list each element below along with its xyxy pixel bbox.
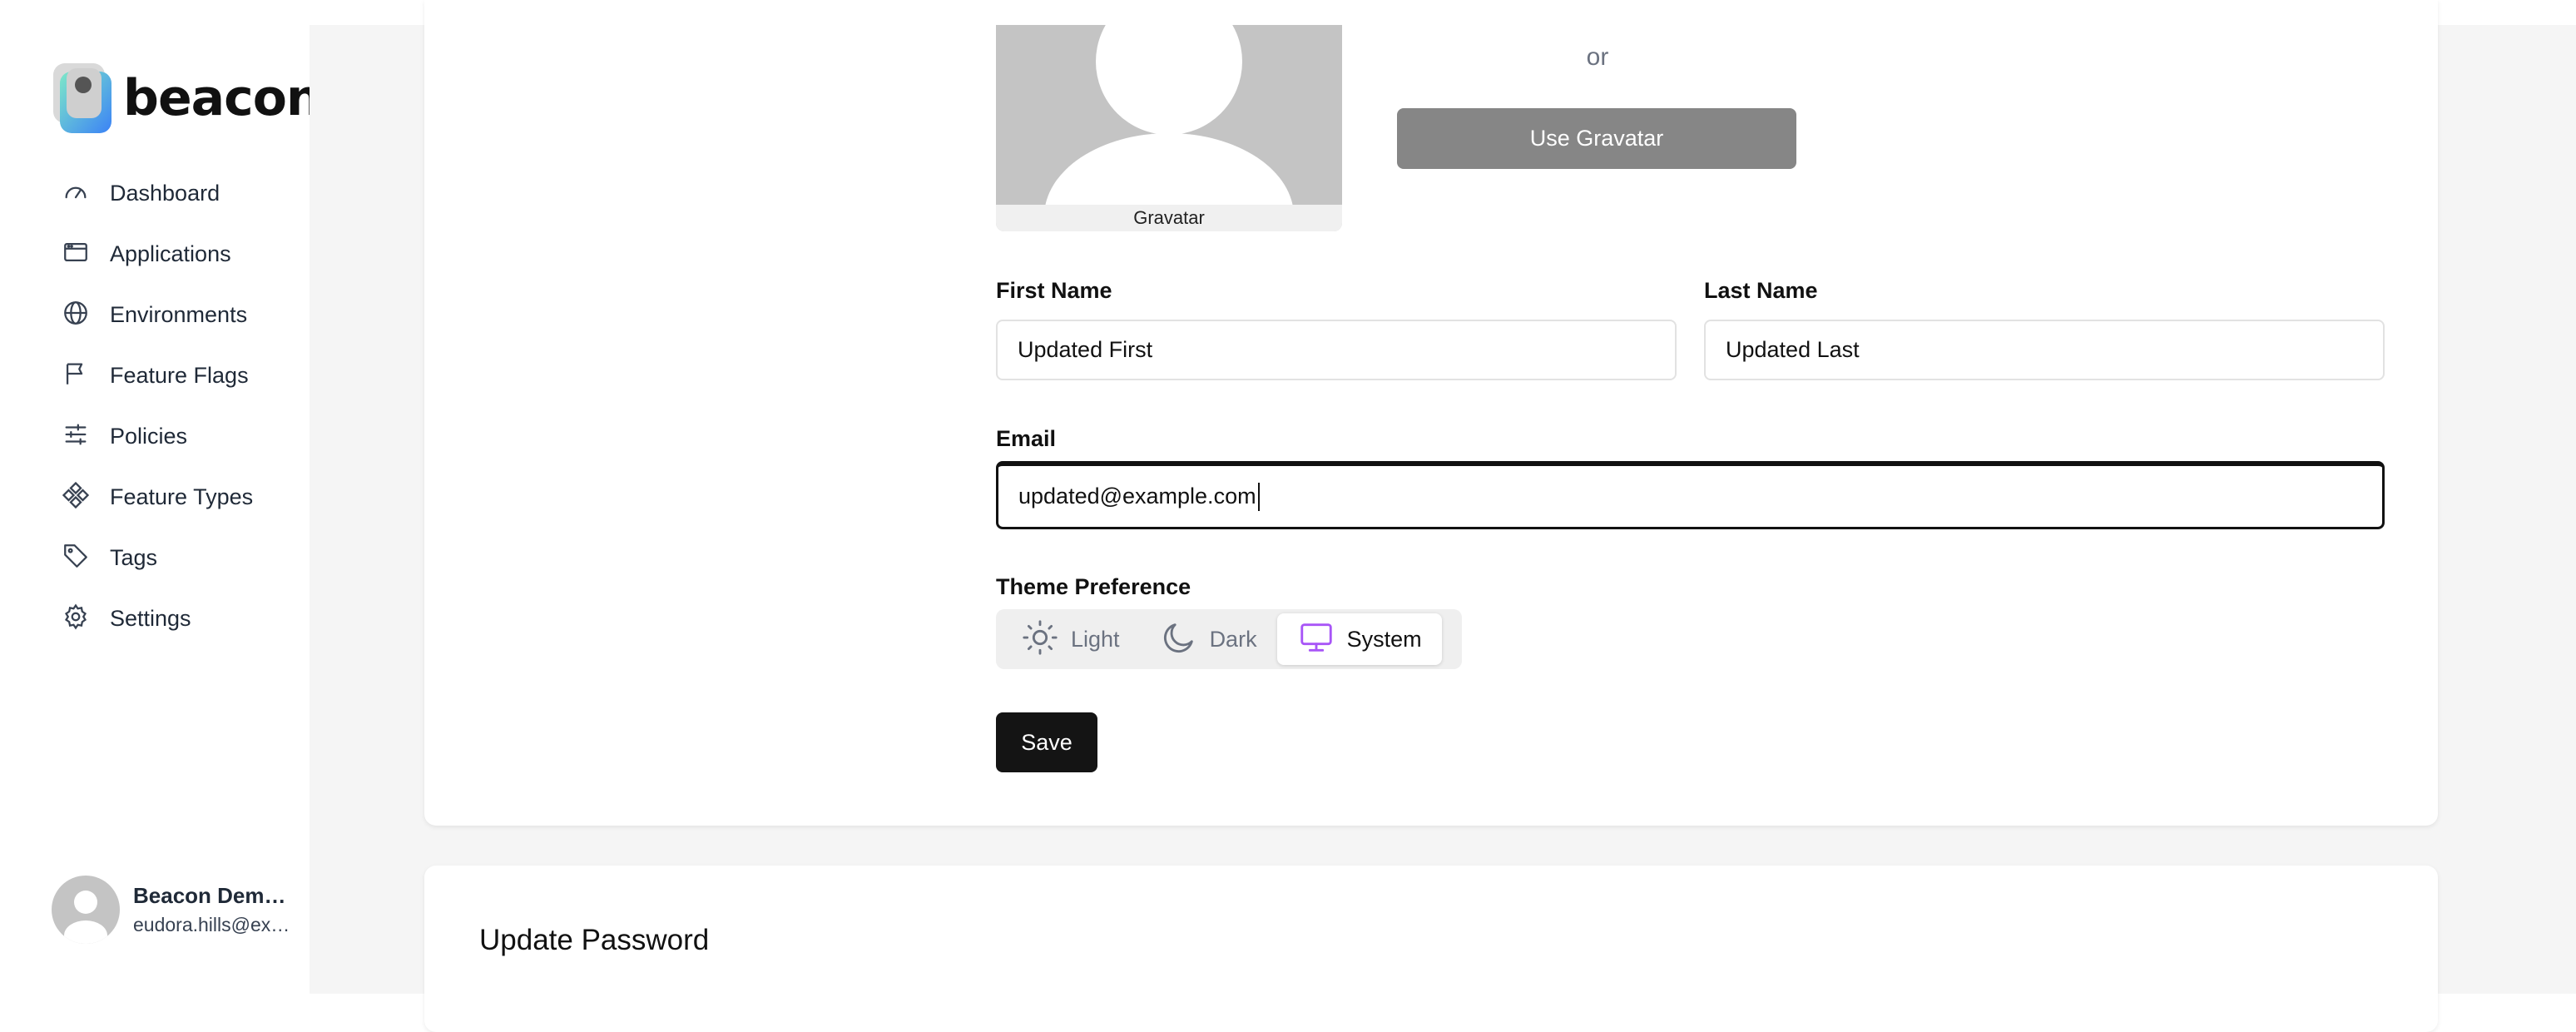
text-caret <box>1257 482 1260 511</box>
beacon-logo-icon <box>52 62 113 135</box>
brand-logo[interactable]: beacon <box>52 62 322 135</box>
globe-icon <box>62 299 90 331</box>
monitor-icon <box>1297 618 1335 661</box>
theme-preference-label: Theme Preference <box>996 574 1191 599</box>
sun-icon <box>1021 618 1059 661</box>
avatar <box>52 876 120 944</box>
gear-icon <box>62 603 90 635</box>
first-name-field[interactable]: Updated First <box>996 320 1677 380</box>
sidebar-item-policies[interactable]: Policies <box>62 406 253 467</box>
email-value: updated@example.com <box>1018 484 1256 509</box>
last-name-value: Updated Last <box>1726 337 1860 362</box>
use-gravatar-button[interactable]: Use Gravatar <box>1397 108 1796 169</box>
sidebar-item-dashboard[interactable]: Dashboard <box>62 163 253 224</box>
theme-option-light[interactable]: Light <box>1001 613 1140 665</box>
sidebar-nav: Dashboard Applications Environments Feat… <box>62 163 253 649</box>
sidebar-item-label: Environments <box>110 302 248 327</box>
update-password-card <box>424 866 2438 1032</box>
sidebar-item-applications[interactable]: Applications <box>62 224 253 285</box>
last-name-field[interactable]: Updated Last <box>1704 320 2385 380</box>
sidebar-item-label: Feature Flags <box>110 363 249 388</box>
first-name-value: Updated First <box>1018 337 1153 362</box>
sidebar-item-label: Settings <box>110 606 191 631</box>
top-right-corner <box>2438 0 2576 25</box>
shapes-icon <box>62 481 90 514</box>
sidebar-item-feature-types[interactable]: Feature Types <box>62 467 253 528</box>
moon-icon <box>1160 618 1198 661</box>
sidebar-item-label: Dashboard <box>110 181 220 206</box>
theme-toggle-group: Light Dark System <box>996 609 1462 669</box>
sidebar: beacon Dashboard Applications Environmen… <box>0 0 322 994</box>
flag-icon <box>62 360 90 392</box>
brand-name: beacon <box>123 69 322 127</box>
tag-icon <box>62 542 90 574</box>
theme-option-system[interactable]: System <box>1276 613 1442 665</box>
sliders-icon <box>62 420 90 453</box>
theme-option-label: Light <box>1071 626 1120 652</box>
email-label: Email <box>996 426 1057 451</box>
update-password-title: Update Password <box>479 924 710 956</box>
sidebar-item-settings[interactable]: Settings <box>62 588 253 649</box>
or-separator: or <box>1586 43 1609 71</box>
first-name-label: First Name <box>996 278 1112 303</box>
user-email: eudora.hills@ex… <box>133 914 290 935</box>
email-field[interactable]: updated@example.com <box>996 461 2385 529</box>
user-name: Beacon Demo… <box>133 883 296 908</box>
theme-option-label: Dark <box>1209 626 1257 652</box>
person-silhouette-icon <box>1044 25 1294 231</box>
window-icon <box>62 238 90 270</box>
user-profile[interactable]: Beacon Demo… eudora.hills@ex… <box>52 876 296 944</box>
theme-option-label: System <box>1346 626 1422 652</box>
sidebar-item-feature-flags[interactable]: Feature Flags <box>62 345 253 406</box>
sidebar-item-label: Policies <box>110 424 188 449</box>
theme-option-dark[interactable]: Dark <box>1140 613 1277 665</box>
gravatar-caption: Gravatar <box>996 205 1342 231</box>
last-name-label: Last Name <box>1704 278 1818 303</box>
sidebar-item-tags[interactable]: Tags <box>62 528 253 588</box>
sidebar-item-label: Tags <box>110 545 158 570</box>
sidebar-item-label: Feature Types <box>110 484 254 509</box>
gauge-icon <box>62 177 90 210</box>
sidebar-item-environments[interactable]: Environments <box>62 285 253 345</box>
sidebar-item-label: Applications <box>110 241 231 266</box>
gravatar-preview: Gravatar <box>996 25 1342 231</box>
save-button[interactable]: Save <box>996 712 1097 772</box>
